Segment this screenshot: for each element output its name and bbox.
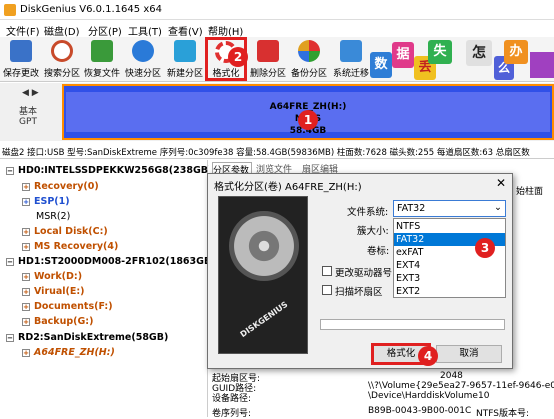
fs-label: 文件系统: [347,207,389,218]
column-header-fragment: 始柱面 [516,187,544,197]
tree-item-hd0[interactable]: − HD0:INTELSSDPEKKW256G8(238GB) [6,165,212,176]
quick-partition-icon [132,40,154,62]
tree-item-rd2[interactable]: − RD2:SanDiskExtreme(58GB) [6,332,168,343]
promo-tile[interactable]: 失 [428,40,452,64]
window-title: DiskGenius V6.0.1.1645 x64 [20,4,162,15]
tree-item-esp[interactable]: + ESP(1) [22,196,70,207]
menu-tools[interactable]: 工具(T) [128,23,162,38]
filesystem-dropdown: NTFS FAT32 exFAT EXT4 EXT3 EXT2 [393,218,506,298]
scan-bad-sectors-checkbox[interactable] [322,285,332,295]
menu-file[interactable]: 文件(F) [6,23,40,38]
promo-tile[interactable]: 数 [370,52,392,78]
app-icon [4,4,16,16]
promo-tile-decor [530,52,554,78]
menu-disk[interactable]: 磁盘(D) [44,23,80,38]
hard-disk-image: DISKGENIUS [218,196,308,354]
step-badge: 2 [228,47,248,67]
tree-item-hd1[interactable]: − HD1:ST2000DM008-2FR102(1863GB) [6,256,216,267]
cluster-size-label: 簇大小: [357,226,389,237]
fs-option[interactable]: EXT2 [394,285,505,298]
step-badge: 1 [298,110,318,130]
new-partition-icon [174,40,196,62]
volume-label-label: 卷标: [367,246,390,257]
save-icon [10,40,32,62]
search-partition-button[interactable]: 搜索分区 [42,37,82,81]
change-drive-letter-checkbox[interactable] [322,266,332,276]
tree-item-documents-f[interactable]: + Documents(F:) [22,301,113,312]
promo-tile[interactable]: 办 [504,40,528,64]
system-migrate-icon [340,40,362,62]
change-drive-letter-label: 更改驱动器号 [335,268,393,279]
fs-option[interactable]: EXT4 [394,259,505,272]
fs-option[interactable]: NTFS [394,220,505,233]
info-value-guid: \\?\Volume{29e5ea27-9657-11ef-9646-e0d [368,381,554,391]
new-partition-button[interactable]: 新建分区 [164,37,206,81]
save-button[interactable]: 保存更改 [0,37,42,81]
info-value-device-path: \Device\HarddiskVolume10 [368,391,490,401]
disk-info-line: 磁盘2 接口:USB 型号:SanDiskExtreme 序列号:0c309fe… [0,143,554,159]
delete-partition-button[interactable]: 删除分区 [248,37,288,81]
dialog-title: 格式化分区(卷) A64FRE_ZH(H:) [214,182,362,193]
tree-item-a64fre[interactable]: + A64FRE_ZH(H:) [22,347,115,358]
backup-partition-icon [298,40,320,62]
title-bar: DiskGenius V6.0.1.1645 x64 [0,0,554,20]
partition-scheme: 基本 GPT [18,107,37,127]
tree-item-ms-recovery[interactable]: + MS Recovery(4) [22,241,118,252]
close-icon[interactable]: ✕ [496,176,506,190]
dialog-cancel-button[interactable]: 取消 [436,345,502,363]
tree-item-work-d[interactable]: + Work(D:) [22,271,82,282]
chevron-down-icon: ⌄ [494,202,502,213]
info-label-ntfs-version: NTFS版本号: [476,409,529,419]
info-label-device-path: 设备路径: [212,394,252,404]
search-partition-icon [51,40,73,62]
recover-file-icon [91,40,113,62]
menu-help[interactable]: 帮助(H) [208,23,243,38]
system-migrate-button[interactable]: 系统迁移 [330,37,372,81]
promo-tile[interactable]: 据 [392,42,414,68]
step-badge: 3 [475,238,495,258]
info-value-volume-serial: B89B-0043-9B00-001C [368,406,472,416]
recover-file-button[interactable]: 恢复文件 [82,37,122,81]
tree-item-local-disk-c[interactable]: + Local Disk(C:) [22,226,108,237]
info-label-volume-serial: 卷序列号: [212,409,252,419]
delete-partition-icon [257,40,279,62]
tree-item-virual-e[interactable]: + Virual(E:) [22,286,85,297]
tree-item-msr[interactable]: MSR(2) [36,211,70,222]
nav-arrows[interactable]: ◀ ▶ [22,88,39,98]
promo-tile[interactable]: 怎 [466,40,492,66]
backup-partition-button[interactable]: 备份分区 [288,37,330,81]
menu-partition[interactable]: 分区(P) [88,23,122,38]
fs-option[interactable]: EXT3 [394,272,505,285]
format-progress-bar [320,319,505,330]
tree-item-backup-g[interactable]: + Backup(G:) [22,316,93,327]
info-value-start-sector: 2048 [440,371,463,381]
scan-bad-sectors-label: 扫描坏扇区 [335,287,383,298]
step-badge: 4 [418,346,438,366]
menu-bar: 文件(F) 磁盘(D) 分区(P) 工具(T) 查看(V) 帮助(H) [0,20,554,38]
quick-partition-button[interactable]: 快速分区 [122,37,164,81]
filesystem-select[interactable]: FAT32 ⌄ [393,200,506,217]
tree-item-recovery[interactable]: + Recovery(0) [22,181,99,192]
menu-view[interactable]: 查看(V) [168,23,203,38]
